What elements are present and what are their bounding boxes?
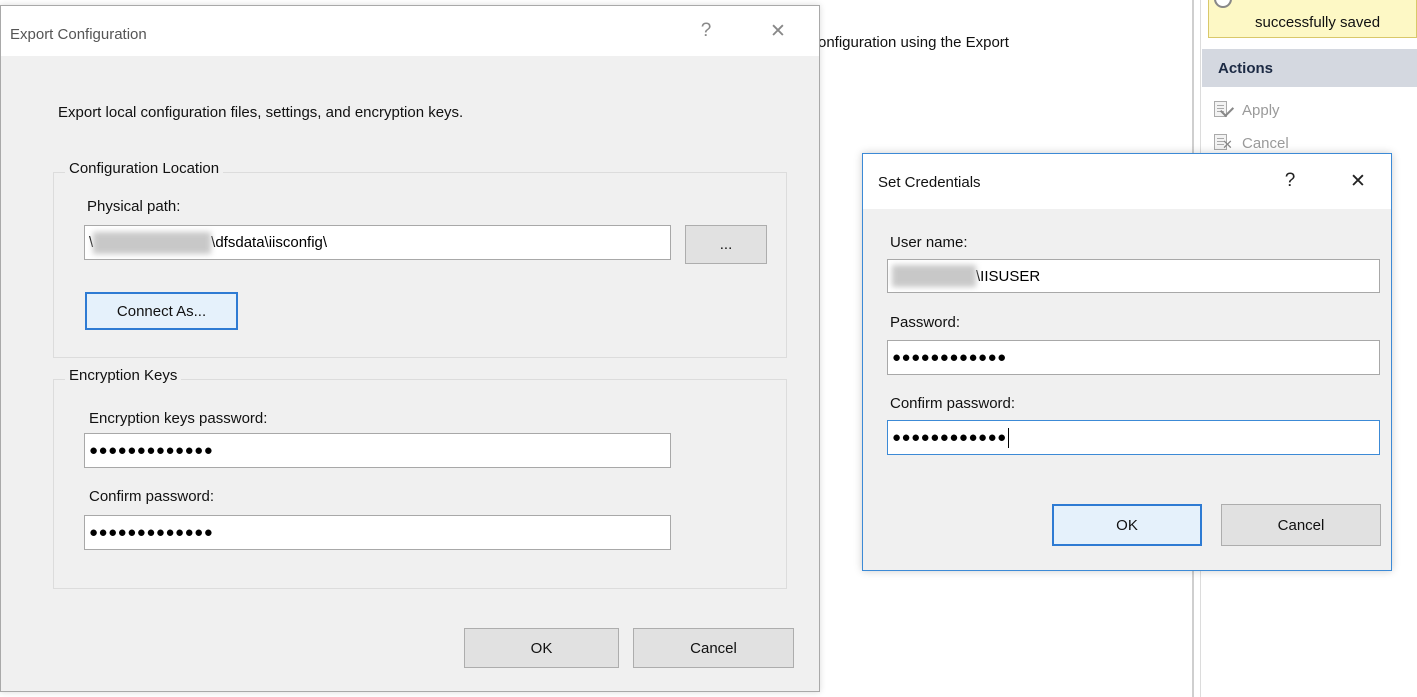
feature-description-text: onfiguration using the Export — [818, 34, 1009, 51]
cancel-button[interactable]: Cancel — [1221, 504, 1381, 546]
cancel-icon: ✕ — [1212, 133, 1233, 153]
browse-button[interactable]: ... — [685, 225, 767, 264]
alert-text: successfully saved — [1255, 14, 1381, 31]
confirm-password-label: Confirm password: — [890, 395, 1016, 412]
cancel-button[interactable]: Cancel — [633, 628, 794, 668]
physical-path-label: Physical path: — [87, 198, 181, 215]
username-suffix: \IISUSER — [976, 267, 1041, 285]
redacted-domain — [892, 265, 976, 287]
help-button[interactable]: ? — [691, 20, 721, 42]
encryption-password-label: Encryption keys password: — [89, 410, 268, 427]
ok-button[interactable]: OK — [1052, 504, 1202, 546]
intro-text: Export local configuration files, settin… — [58, 104, 464, 121]
dialog-titlebar: Export Configuration ? ✕ — [1, 6, 819, 56]
close-button[interactable]: ✕ — [763, 20, 793, 43]
text-caret — [1007, 427, 1009, 448]
confirm-password-value: ●●●●●●●●●●●● — [892, 429, 1007, 446]
password-label: Password: — [890, 314, 961, 331]
connect-as-button[interactable]: Connect As... — [85, 292, 238, 330]
encryption-confirm-input[interactable]: ●●●●●●●●●●●●● — [84, 515, 671, 550]
action-cancel[interactable]: ✕ Cancel — [1212, 131, 1289, 155]
action-apply-label: Apply — [1242, 101, 1280, 119]
redacted-host — [93, 231, 212, 254]
credentials-title: Set Credentials — [878, 174, 981, 191]
action-cancel-label: Cancel — [1242, 134, 1289, 152]
username-label: User name: — [890, 234, 968, 251]
dialog-title: Export Configuration — [10, 26, 147, 43]
path-suffix: \dfsdata\iisconfig\ — [211, 234, 328, 251]
action-apply[interactable]: Apply — [1212, 98, 1280, 122]
encryption-confirm-label: Confirm password: — [89, 488, 215, 505]
export-configuration-dialog: Export Configuration ? ✕ Export local co… — [0, 5, 820, 692]
configuration-location-legend: Configuration Location — [65, 160, 224, 177]
password-input[interactable]: ●●●●●●●●●●●● — [887, 340, 1380, 375]
apply-icon — [1212, 100, 1235, 120]
encryption-keys-legend: Encryption Keys — [65, 367, 182, 384]
ok-button[interactable]: OK — [464, 628, 619, 668]
close-button[interactable]: ✕ — [1343, 170, 1373, 193]
set-credentials-dialog: Set Credentials ? ✕ User name: \IISUSER … — [862, 153, 1392, 571]
username-input[interactable]: \IISUSER — [887, 259, 1380, 293]
actions-header: Actions — [1202, 49, 1417, 87]
help-button[interactable]: ? — [1275, 170, 1305, 192]
encryption-password-input[interactable]: ●●●●●●●●●●●●● — [84, 433, 671, 468]
credentials-titlebar: Set Credentials ? ✕ — [863, 154, 1391, 209]
confirm-password-input[interactable]: ●●●●●●●●●●●● — [887, 420, 1380, 455]
physical-path-input[interactable]: \ \dfsdata\iisconfig\ — [84, 225, 671, 260]
